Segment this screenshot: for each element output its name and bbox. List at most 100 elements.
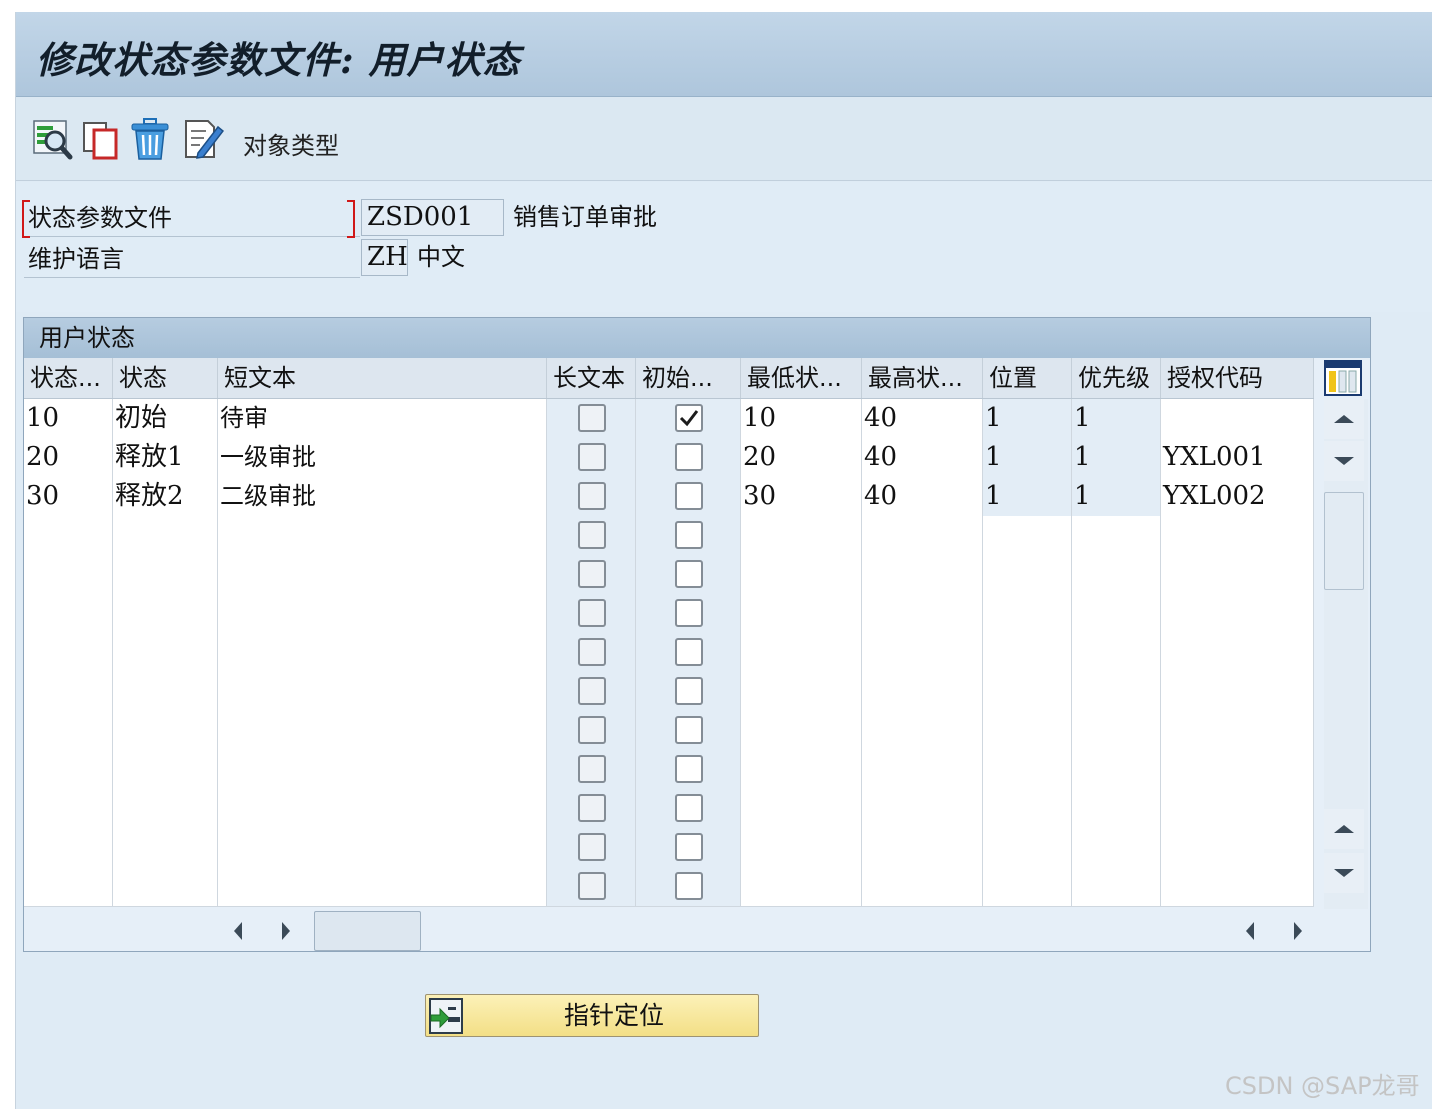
cell-highest-status[interactable]: 40 xyxy=(862,477,983,516)
table-row[interactable] xyxy=(24,711,1314,751)
cell-auth-code[interactable] xyxy=(1161,672,1314,711)
cell-short-text[interactable]: 二级审批 xyxy=(218,477,547,516)
initial-status-checkbox[interactable] xyxy=(674,833,703,861)
cell-highest-status[interactable] xyxy=(862,672,983,711)
cell-lowest-status[interactable] xyxy=(741,750,862,789)
cell-lowest-status[interactable] xyxy=(741,789,862,828)
table-row[interactable] xyxy=(24,594,1314,634)
cell-status-number[interactable] xyxy=(24,750,113,789)
initial-status-checkbox[interactable] xyxy=(674,872,703,900)
delete-icon[interactable] xyxy=(129,117,171,161)
cell-status[interactable] xyxy=(113,789,218,828)
cell-position[interactable] xyxy=(983,516,1072,555)
cell-priority[interactable] xyxy=(1072,867,1161,906)
cell-highest-status[interactable]: 40 xyxy=(862,438,983,477)
cell-status-number[interactable] xyxy=(24,789,113,828)
cell-status-number[interactable] xyxy=(24,672,113,711)
initial-status-checkbox[interactable] xyxy=(674,638,703,666)
cell-status-number[interactable] xyxy=(24,711,113,750)
cell-lowest-status[interactable] xyxy=(741,633,862,672)
cell-short-text[interactable] xyxy=(218,789,547,828)
cell-highest-status[interactable] xyxy=(862,516,983,555)
cell-status[interactable] xyxy=(113,711,218,750)
initial-status-checkbox[interactable] xyxy=(674,521,703,549)
cell-auth-code[interactable] xyxy=(1161,750,1314,789)
cell-status-number[interactable] xyxy=(24,828,113,867)
column-header-lowest-status[interactable]: 最低状... xyxy=(741,358,862,398)
cell-status[interactable]: 初始 xyxy=(113,399,218,438)
cell-position[interactable] xyxy=(983,672,1072,711)
status-profile-field[interactable]: ZSD001 xyxy=(361,199,504,236)
cell-highest-status[interactable] xyxy=(862,828,983,867)
table-row[interactable] xyxy=(24,672,1314,712)
cell-auth-code[interactable]: YXL002 xyxy=(1161,477,1314,516)
cell-lowest-status[interactable] xyxy=(741,672,862,711)
cell-lowest-status[interactable]: 30 xyxy=(741,477,862,516)
column-header-auth-code[interactable]: 授权代码 xyxy=(1161,358,1314,398)
scroll-down-icon[interactable] xyxy=(1324,441,1364,481)
page-right-icon[interactable] xyxy=(1277,911,1317,951)
cell-auth-code[interactable] xyxy=(1161,633,1314,672)
find-icon[interactable] xyxy=(31,117,73,161)
cell-status-number[interactable] xyxy=(24,555,113,594)
cell-highest-status[interactable] xyxy=(862,750,983,789)
initial-status-checkbox[interactable] xyxy=(674,404,703,432)
cell-lowest-status[interactable]: 20 xyxy=(741,438,862,477)
cell-status[interactable]: 释放2 xyxy=(113,477,218,516)
column-header-position[interactable]: 位置 xyxy=(983,358,1072,398)
cell-position[interactable] xyxy=(983,555,1072,594)
table-row[interactable] xyxy=(24,633,1314,673)
cell-lowest-status[interactable]: 10 xyxy=(741,399,862,438)
cell-short-text[interactable] xyxy=(218,711,547,750)
initial-status-checkbox[interactable] xyxy=(674,443,703,471)
page-down-icon[interactable] xyxy=(1324,853,1364,893)
cell-status[interactable] xyxy=(113,750,218,789)
cell-lowest-status[interactable] xyxy=(741,594,862,633)
cell-priority[interactable] xyxy=(1072,555,1161,594)
cell-position[interactable] xyxy=(983,750,1072,789)
column-header-status[interactable]: 状态 xyxy=(113,358,218,398)
table-row[interactable]: 20 释放1 一级审批 20 40 1 1 YXL001 xyxy=(24,438,1314,478)
cell-auth-code[interactable] xyxy=(1161,711,1314,750)
initial-status-checkbox[interactable] xyxy=(674,599,703,627)
cell-short-text[interactable] xyxy=(218,516,547,555)
table-row[interactable] xyxy=(24,516,1314,556)
column-header-status-number[interactable]: 状态... xyxy=(24,358,113,398)
table-row[interactable] xyxy=(24,789,1314,829)
page-up-icon[interactable] xyxy=(1324,809,1364,849)
cell-short-text[interactable] xyxy=(218,867,547,906)
cell-priority[interactable] xyxy=(1072,594,1161,633)
column-header-priority[interactable]: 优先级 xyxy=(1072,358,1161,398)
table-row[interactable] xyxy=(24,555,1314,595)
cell-auth-code[interactable] xyxy=(1161,789,1314,828)
cell-position[interactable]: 1 xyxy=(983,438,1072,477)
cell-position[interactable] xyxy=(983,867,1072,906)
table-row[interactable] xyxy=(24,828,1314,868)
table-row[interactable] xyxy=(24,750,1314,790)
cell-position[interactable]: 1 xyxy=(983,399,1072,438)
cell-status-number[interactable]: 10 xyxy=(24,399,113,438)
cell-position[interactable] xyxy=(983,828,1072,867)
cell-auth-code[interactable] xyxy=(1161,867,1314,906)
cell-priority[interactable] xyxy=(1072,672,1161,711)
cell-auth-code[interactable] xyxy=(1161,516,1314,555)
cell-priority[interactable]: 1 xyxy=(1072,399,1161,438)
initial-status-checkbox[interactable] xyxy=(674,560,703,588)
cell-auth-code[interactable] xyxy=(1161,594,1314,633)
cell-status[interactable] xyxy=(113,555,218,594)
cell-lowest-status[interactable] xyxy=(741,867,862,906)
cell-auth-code[interactable] xyxy=(1161,555,1314,594)
cell-position[interactable] xyxy=(983,594,1072,633)
cell-status-number[interactable]: 30 xyxy=(24,477,113,516)
cell-status-number[interactable] xyxy=(24,867,113,906)
cell-lowest-status[interactable] xyxy=(741,555,862,594)
position-cursor-button[interactable]: 指针定位 xyxy=(425,994,759,1037)
cell-status-number[interactable]: 20 xyxy=(24,438,113,477)
cell-short-text[interactable] xyxy=(218,672,547,711)
cell-priority[interactable] xyxy=(1072,711,1161,750)
scroll-left-icon[interactable] xyxy=(219,911,259,951)
cell-short-text[interactable] xyxy=(218,555,547,594)
cell-lowest-status[interactable] xyxy=(741,711,862,750)
language-field[interactable]: ZH xyxy=(361,239,408,276)
edit-icon[interactable] xyxy=(182,117,224,161)
